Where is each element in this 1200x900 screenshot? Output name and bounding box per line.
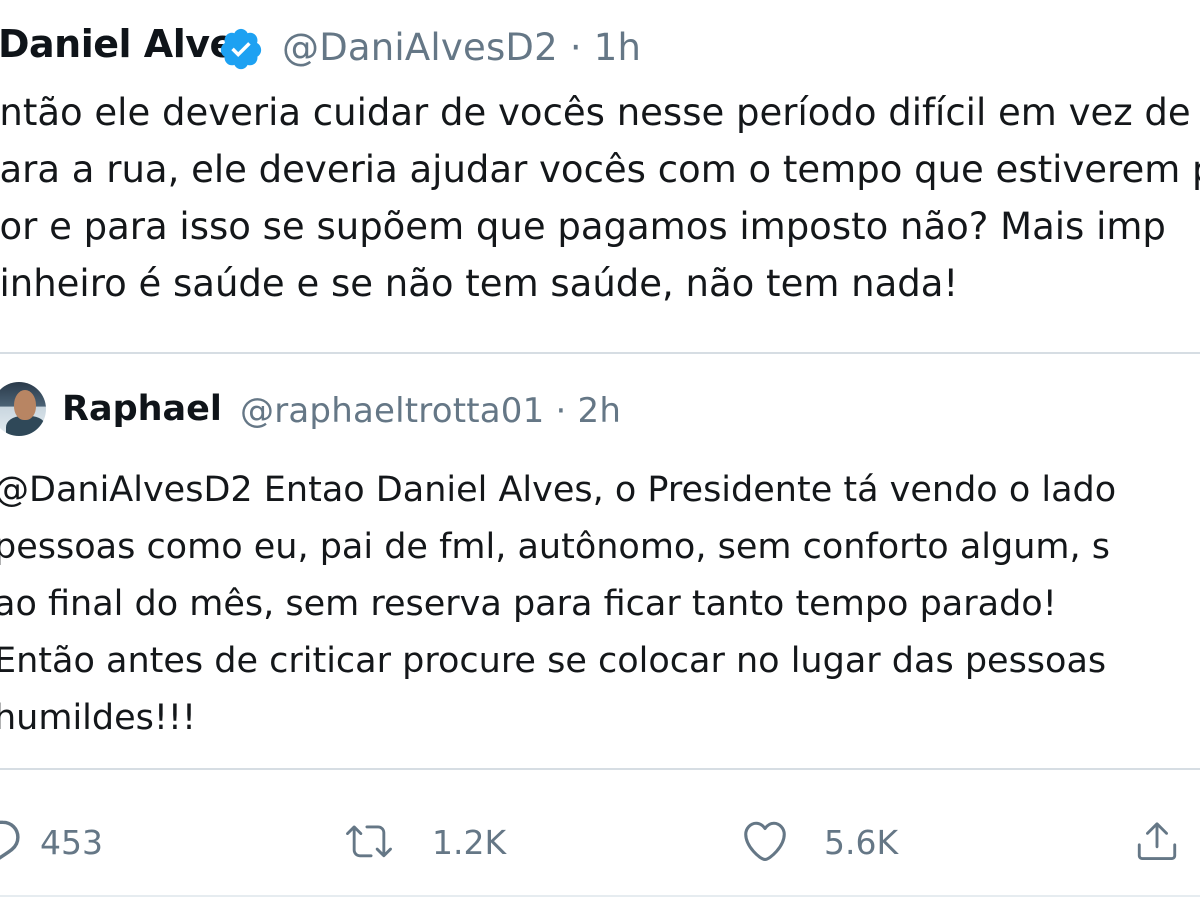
- quoted-text-line: @DaniAlvesD2 Entao Daniel Alves, o Presi…: [0, 470, 1117, 510]
- quoted-tweet-time[interactable]: 2h: [578, 391, 622, 431]
- quoted-text-line: ao final do mês, sem reserva para ficar …: [0, 584, 1057, 624]
- retweet-count: 1.2K: [432, 823, 507, 862]
- avatar-face: [14, 390, 36, 420]
- tweet-text-line: para a rua, ele deveria ajudar vocês com…: [0, 148, 1200, 191]
- quoted-author-name[interactable]: Raphael: [62, 389, 222, 429]
- meta-separator: ·: [569, 26, 582, 69]
- quoted-author-meta: @raphaeltrotta01 · 2h: [240, 391, 621, 431]
- reply-icon[interactable]: [0, 818, 22, 864]
- quoted-text-line: Então antes de criticar procure se coloc…: [0, 641, 1107, 681]
- author-meta: @DaniAlvesD2 · 1h: [282, 26, 641, 69]
- quoted-author-handle[interactable]: @raphaeltrotta01: [240, 391, 544, 431]
- author-handle[interactable]: @DaniAlvesD2: [282, 26, 558, 69]
- quoted-text-line: pessoas como eu, pai de fml, autônomo, s…: [0, 527, 1110, 567]
- tweet-text-line: dinheiro é saúde e se não tem saúde, não…: [0, 262, 959, 305]
- share-icon[interactable]: [1134, 818, 1180, 864]
- retweet-icon[interactable]: [346, 818, 392, 864]
- divider: [0, 895, 1200, 897]
- quoted-text-line: humildes!!!: [0, 698, 196, 738]
- verified-badge-icon: [220, 28, 262, 70]
- tweet-text-line: dor e para isso se supõem que pagamos im…: [0, 205, 1166, 248]
- like-count: 5.6K: [824, 823, 899, 862]
- like-icon[interactable]: [742, 818, 788, 864]
- quoted-author-avatar[interactable]: [0, 382, 46, 436]
- tweet-text-line: Então ele deveria cuidar de vocês nesse …: [0, 91, 1191, 134]
- quoted-meta-separator: ·: [555, 391, 567, 431]
- reply-count: 453: [40, 823, 103, 862]
- tweet-time[interactable]: 1h: [594, 26, 641, 69]
